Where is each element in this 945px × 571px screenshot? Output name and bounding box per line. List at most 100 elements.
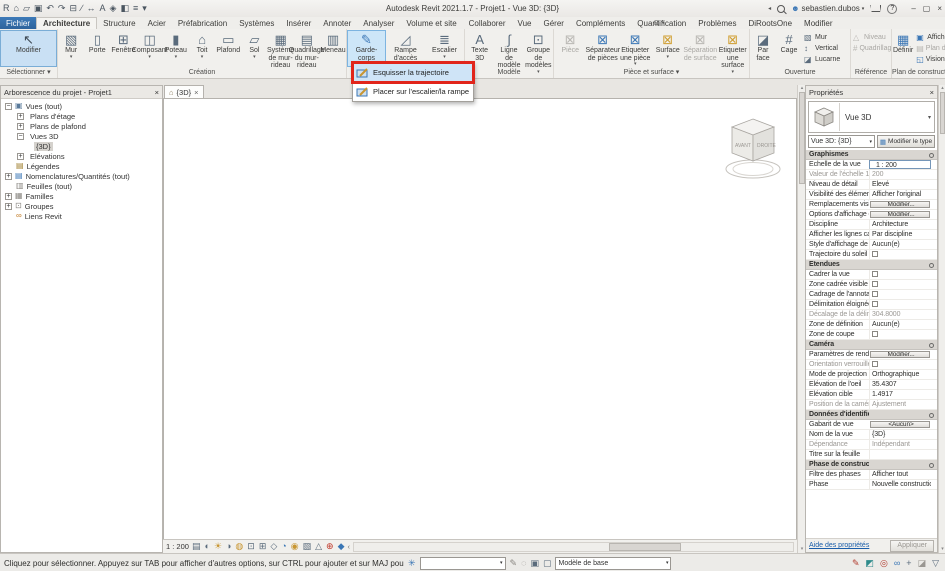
property-value[interactable] [869, 290, 931, 299]
tree-item-legendes[interactable]: ▤ Légendes [1, 161, 162, 171]
scrollbar-thumb[interactable] [609, 543, 681, 551]
property-value[interactable] [869, 250, 931, 259]
crop-region-icon[interactable]: ⊞ [259, 542, 267, 551]
property-value[interactable] [869, 450, 931, 459]
piece-button[interactable]: ⊠Pièce [554, 30, 587, 67]
apply-button[interactable]: Appliquer [890, 540, 934, 552]
tab-annoter[interactable]: Annoter [317, 17, 357, 29]
property-value[interactable] [869, 150, 931, 159]
instance-selector[interactable]: Vue 3D: {3D} ▾ [808, 135, 875, 148]
property-value[interactable] [869, 260, 931, 269]
tab-inserer[interactable]: Insérer [280, 17, 317, 29]
select-links-icon[interactable]: ∞ [894, 559, 900, 568]
edit-type-button[interactable]: ▦ Modifier le type [877, 135, 935, 148]
cage-button[interactable]: #Cage [776, 30, 802, 67]
property-value[interactable]: Ajustement [869, 400, 931, 409]
properties-vertical-scrollbar[interactable]: ▴▾ [938, 85, 945, 553]
mur-button[interactable]: ▧Mur▾ [58, 30, 84, 67]
property-value[interactable] [869, 340, 931, 349]
tree-expander[interactable]: + [5, 173, 12, 180]
property-value[interactable]: Orthographique [869, 370, 931, 379]
gray-inactive-icon[interactable]: ◌ [521, 559, 526, 568]
property-value[interactable]: 1.4917 [869, 390, 931, 399]
property-value[interactable]: 35.4307 [869, 380, 931, 389]
meneau-button[interactable]: ▥Meneau [320, 30, 346, 67]
sol-button[interactable]: ▱Sol▾ [241, 30, 267, 67]
tab-structure[interactable]: Structure [97, 17, 141, 29]
filter-icon[interactable]: ▽ [932, 559, 939, 568]
property-value[interactable] [869, 300, 931, 309]
tab-dirootsone[interactable]: DiRootsOne [742, 17, 798, 29]
property-value[interactable]: 1 : 200 [869, 160, 931, 169]
rendering-dialog-icon[interactable]: ◍ [235, 542, 243, 551]
mur-ouverture-button[interactable]: ▧Mur [804, 32, 850, 43]
redo-icon[interactable]: ↷ [58, 4, 66, 13]
tree-item-plans-plafond[interactable]: + Plans de plafond [1, 121, 162, 131]
poteau-button[interactable]: ▮Poteau▾ [163, 30, 189, 67]
etiqueter-surface-button[interactable]: ⊠Etiqueter une surface▾ [717, 30, 750, 67]
toit-button[interactable]: ⌂Toit▾ [189, 30, 215, 67]
cart-icon[interactable] [870, 5, 881, 12]
tab-modifier[interactable]: Modifier [798, 17, 838, 29]
etiqueter-piece-button[interactable]: ⊠Etiqueter une pièce▾ [619, 30, 652, 67]
property-value[interactable]: 200 [869, 170, 931, 179]
open-icon[interactable]: ▱ [23, 4, 30, 13]
ligne-modele-button[interactable]: ∫Ligne de modèle [494, 30, 523, 67]
customize-qat-icon[interactable]: ▾ [142, 4, 147, 13]
tree-item-feuilles[interactable]: ▥ Feuilles (tout) [1, 181, 162, 191]
par-face-button[interactable]: ◪Par face [750, 30, 776, 67]
quadrillage-button[interactable]: #Quadrillage [853, 43, 891, 54]
view-cube[interactable]: AVANT DROITE [724, 117, 782, 185]
pick-to-edit-icon[interactable]: ▢ [543, 559, 552, 568]
modifier-button[interactable]: ↖Modifier [0, 30, 57, 67]
tree-expander[interactable]: + [5, 193, 12, 200]
section-icon[interactable]: ◧ [120, 4, 129, 13]
property-value[interactable]: Modifier... [870, 211, 930, 218]
panel-toggle-icon[interactable]: ⊡ [654, 19, 660, 27]
tree-expander[interactable]: + [5, 203, 12, 210]
tab-systemes[interactable]: Systèmes [233, 17, 280, 29]
text-icon[interactable]: A [100, 4, 106, 13]
design-options-combo[interactable]: Modèle de base ▾ [555, 557, 671, 570]
reveal-hidden-icon[interactable]: ◉ [291, 542, 299, 551]
ribbon-group-label[interactable]: Modèle [465, 68, 553, 78]
restore-button[interactable]: ▢ [923, 4, 931, 13]
undo-icon[interactable]: ↶ [46, 4, 54, 13]
tree-item-3d[interactable]: {3D} [1, 141, 162, 151]
select-by-face-icon[interactable]: ◪ [918, 559, 927, 568]
menu-item-placer-escalier[interactable]: Placer sur l'escalier/la rampe [353, 82, 473, 101]
property-value[interactable]: {3D} [869, 430, 931, 439]
home-icon[interactable]: ⌂ [14, 4, 19, 13]
scale-control[interactable]: 1 : 200 [166, 542, 189, 551]
property-value[interactable]: Aucun(e) [869, 320, 931, 329]
shadows-icon[interactable]: ◑ [226, 542, 231, 551]
property-value[interactable] [869, 360, 931, 369]
visionneuse-button[interactable]: ◱Visionneuse [916, 54, 945, 65]
tree-expander[interactable]: − [5, 103, 12, 110]
tab-architecture[interactable]: Architecture [36, 17, 97, 29]
tree-item-familles[interactable]: + ▦ Familles [1, 191, 162, 201]
print-icon[interactable]: ⊟ [69, 4, 77, 13]
select-pinned-icon[interactable]: ◎ [880, 559, 888, 568]
tab-volume-et-site[interactable]: Volume et site [400, 17, 462, 29]
detail-level-icon[interactable]: ▤ [192, 542, 201, 551]
property-value[interactable]: Aucun(e) [869, 240, 931, 249]
property-value[interactable]: Indépendant [869, 440, 931, 449]
property-value[interactable] [869, 410, 931, 419]
scrollbar-thumb[interactable] [940, 92, 945, 134]
close-icon[interactable]: × [194, 88, 198, 97]
thin-lines-icon[interactable]: ≡ [133, 4, 138, 13]
tree-expander[interactable]: + [17, 153, 24, 160]
property-value[interactable]: Afficher tout [869, 470, 931, 479]
property-value[interactable] [869, 330, 931, 339]
tab-prefabrication[interactable]: Préfabrication [172, 17, 233, 29]
property-value[interactable]: Architecture [869, 220, 931, 229]
drawing-viewport[interactable]: AVANT DROITE [163, 98, 797, 540]
ribbon-group-label[interactable]: Création [58, 68, 346, 78]
view-tab-3d[interactable]: ⌂ {3D} × [164, 85, 204, 98]
collapse-icon[interactable]: ‹ [347, 542, 350, 551]
lucarne-button[interactable]: ◪Lucarne [804, 54, 850, 65]
property-value[interactable] [869, 270, 931, 279]
type-selector[interactable]: Vue 3D ▾ [808, 101, 935, 133]
property-value[interactable]: Afficher l'original [869, 190, 931, 199]
